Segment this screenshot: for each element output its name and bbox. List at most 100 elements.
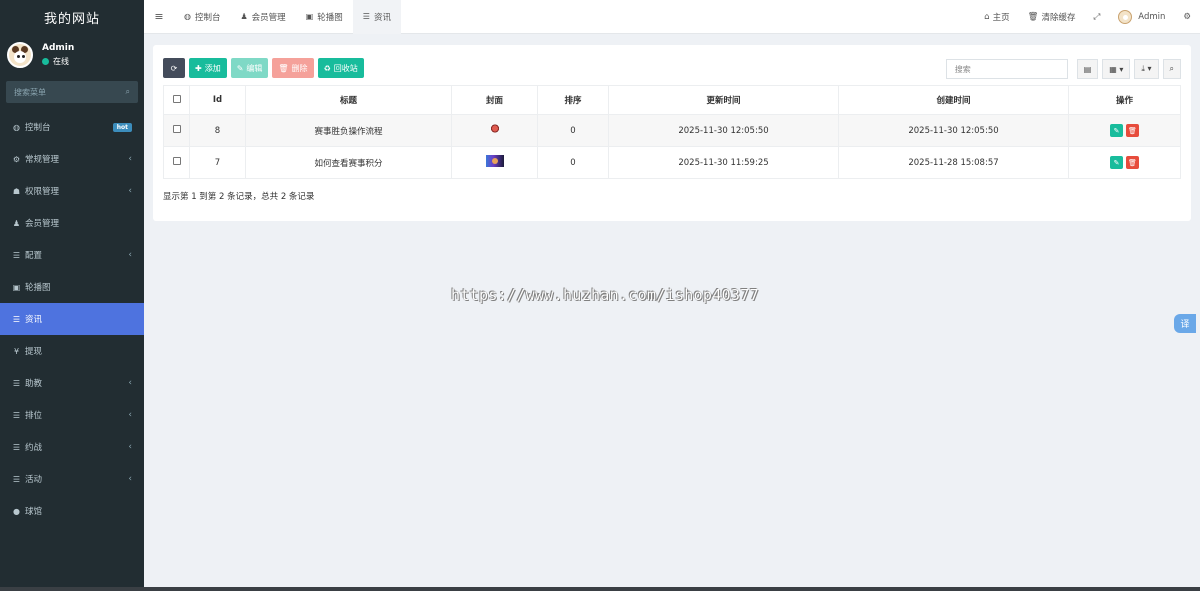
cogs-icon: ⚙ bbox=[1183, 12, 1191, 22]
tab-news[interactable]: ☰ 资讯 bbox=[352, 0, 401, 34]
sidebar-item-general[interactable]: ⚙ 常规管理 ‹ bbox=[0, 143, 144, 175]
edit-button[interactable]: ✎ 编辑 bbox=[230, 58, 269, 78]
toggle-view-button[interactable]: ▤ bbox=[1076, 59, 1099, 79]
bottom-scrollbar[interactable] bbox=[0, 587, 1200, 591]
image-icon: ▣ bbox=[305, 12, 314, 21]
sidebar-search-input[interactable]: 搜索菜单 ⌕ bbox=[6, 81, 138, 103]
sidebar-item-challenge[interactable]: ☰ 约战 ‹ bbox=[0, 431, 144, 463]
pagination-info: 显示第 1 到第 2 条记录，总共 2 条记录 bbox=[163, 192, 315, 202]
cell-id: 8 bbox=[189, 114, 246, 147]
download-icon: ⤓ ▾ bbox=[1141, 64, 1152, 73]
cell-id: 7 bbox=[189, 146, 246, 179]
trash-icon: 🗑 bbox=[1128, 126, 1137, 135]
table-search-input[interactable]: 搜索 bbox=[945, 59, 1068, 79]
column-header-created[interactable]: 创建时间 bbox=[838, 85, 1069, 115]
user-panel: Admin 在线 bbox=[0, 35, 144, 75]
advanced-search-button[interactable]: ⌕ bbox=[1162, 59, 1181, 79]
sidebar-item-dashboard[interactable]: ◍ 控制台 hot bbox=[0, 111, 144, 143]
fullscreen-button[interactable]: ⤢ bbox=[1084, 12, 1109, 22]
row-delete-button[interactable]: 🗑 bbox=[1126, 124, 1139, 137]
chevron-left-icon: ‹ bbox=[128, 154, 132, 164]
site-brand[interactable]: 我的网站 bbox=[0, 0, 144, 35]
sidebar-item-news[interactable]: ☰ 资讯 bbox=[0, 303, 144, 335]
column-header-actions: 操作 bbox=[1068, 85, 1181, 115]
pencil-icon: ✎ bbox=[1113, 126, 1120, 135]
add-button[interactable]: ✚ 添加 bbox=[189, 58, 227, 78]
cell-cover[interactable] bbox=[451, 114, 538, 147]
table-row[interactable]: 8 赛事胜负操作流程 0 2025-11-30 12:05:50 2025-11… bbox=[163, 114, 1181, 147]
column-header-title[interactable]: 标题 bbox=[245, 85, 452, 115]
cell-sort: 0 bbox=[537, 146, 609, 179]
trash-icon: 🗑 bbox=[1128, 158, 1137, 167]
row-edit-button[interactable]: ✎ bbox=[1110, 124, 1123, 137]
news-table: Id 标题 封面 排序 更新时间 创建时间 操作 8 赛事胜负操作流程 0 20… bbox=[163, 85, 1181, 179]
list-icon: ☰ bbox=[12, 442, 21, 452]
sidebar-item-venue[interactable]: ● 球馆 bbox=[0, 495, 144, 527]
table-row[interactable]: 7 如何查看赛事积分 0 2025-11-30 11:59:25 2025-11… bbox=[163, 146, 1181, 179]
chevron-left-icon: ‹ bbox=[128, 410, 132, 420]
column-header-sort[interactable]: 排序 bbox=[537, 85, 609, 115]
cogs-icon: ⚙ bbox=[12, 154, 21, 164]
menu-toggle-icon[interactable]: ≡ bbox=[144, 10, 174, 23]
list-icon: ☰ bbox=[12, 314, 21, 324]
chevron-left-icon: ‹ bbox=[128, 442, 132, 452]
row-edit-button[interactable]: ✎ bbox=[1110, 156, 1123, 169]
sidebar-item-permissions[interactable]: ☗ 权限管理 ‹ bbox=[0, 175, 144, 207]
refresh-button[interactable]: ⟳ bbox=[163, 58, 185, 78]
cell-created: 2025-11-28 15:08:57 bbox=[838, 146, 1069, 179]
sidebar-item-carousel[interactable]: ▣ 轮播图 bbox=[0, 271, 144, 303]
delete-button[interactable]: 🗑 删除 bbox=[272, 58, 314, 78]
sidebar-item-activity[interactable]: ☰ 活动 ‹ bbox=[0, 463, 144, 495]
cover-thumbnail[interactable] bbox=[485, 155, 504, 167]
cell-actions: ✎ 🗑 bbox=[1068, 114, 1181, 147]
settings-button[interactable]: ⚙ bbox=[1174, 12, 1200, 22]
column-header-cover[interactable]: 封面 bbox=[451, 85, 538, 115]
column-header-id[interactable]: Id bbox=[189, 85, 246, 115]
watermark-text: https://www.huzhan.com/ishop40377 bbox=[451, 286, 759, 304]
tab-carousel[interactable]: ▣ 轮播图 bbox=[296, 0, 353, 34]
online-dot-icon bbox=[42, 58, 49, 65]
user-icon: ♟ bbox=[12, 218, 21, 228]
clear-cache-button[interactable]: 🗑 清除缓存 bbox=[1019, 11, 1085, 23]
cell-updated: 2025-11-30 12:05:50 bbox=[608, 114, 839, 147]
chevron-left-icon: ‹ bbox=[128, 378, 132, 388]
pencil-icon: ✎ bbox=[1113, 158, 1120, 167]
table-toolbar: ⟳ ✚ 添加 ✎ 编辑 🗑 删除 ♻ 回收站 bbox=[163, 58, 364, 78]
home-icon: ⌂ bbox=[984, 12, 990, 22]
refresh-icon: ⟳ bbox=[170, 63, 178, 73]
admin-menu[interactable]: Admin bbox=[1109, 10, 1174, 24]
recycle-bin-button[interactable]: ♻ 回收站 bbox=[317, 58, 364, 78]
select-all-checkbox[interactable] bbox=[163, 85, 190, 115]
home-link[interactable]: ⌂ 主页 bbox=[975, 11, 1018, 23]
tab-members[interactable]: ♟ 会员管理 bbox=[231, 0, 296, 34]
group-icon: ☗ bbox=[12, 186, 21, 196]
table-header-row: Id 标题 封面 排序 更新时间 创建时间 操作 bbox=[163, 85, 1181, 115]
column-header-updated[interactable]: 更新时间 bbox=[608, 85, 839, 115]
sidebar-item-withdraw[interactable]: ¥ 提现 bbox=[0, 335, 144, 367]
search-icon: ⌕ bbox=[125, 87, 130, 96]
tab-dashboard[interactable]: ◍ 控制台 bbox=[174, 0, 231, 34]
sidebar-item-ranking[interactable]: ☰ 排位 ‹ bbox=[0, 399, 144, 431]
export-button[interactable]: ⤓ ▾ bbox=[1134, 59, 1159, 79]
sidebar-item-config[interactable]: ☰ 配置 ‹ bbox=[0, 239, 144, 271]
translate-button[interactable]: 译 bbox=[1174, 314, 1196, 333]
sidebar-item-members[interactable]: ♟ 会员管理 bbox=[0, 207, 144, 239]
pencil-icon: ✎ bbox=[236, 63, 244, 73]
list-icon: ☰ bbox=[362, 12, 370, 21]
image-icon: ▣ bbox=[12, 282, 21, 292]
sidebar-item-assistant[interactable]: ☰ 助教 ‹ bbox=[0, 367, 144, 399]
sidebar: 我的网站 Admin 在线 搜索菜单 ⌕ ◍ 控制台 hot ⚙ 常规管理 ‹ ☗ 权限管… bbox=[0, 0, 144, 591]
top-navbar: ≡ ◍ 控制台 ♟ 会员管理 ▣ 轮播图 ☰ 资讯 ⌂ 主页 🗑 清除缓存 ⤢ Admin … bbox=[144, 0, 1200, 34]
row-checkbox[interactable] bbox=[163, 114, 190, 147]
cell-title: 如何查看赛事积分 bbox=[245, 146, 452, 179]
cell-created: 2025-11-30 12:05:50 bbox=[838, 114, 1069, 147]
cell-cover[interactable] bbox=[451, 146, 538, 179]
list-icon: ☰ bbox=[12, 250, 21, 260]
row-delete-button[interactable]: 🗑 bbox=[1126, 156, 1139, 169]
cover-thumbnail[interactable] bbox=[489, 124, 500, 134]
row-checkbox[interactable] bbox=[163, 146, 190, 179]
search-icon: ⌕ bbox=[1169, 64, 1174, 73]
user-name: Admin bbox=[42, 43, 75, 53]
columns-button[interactable]: ▦ ▾ bbox=[1102, 59, 1131, 79]
cell-updated: 2025-11-30 11:59:25 bbox=[608, 146, 839, 179]
